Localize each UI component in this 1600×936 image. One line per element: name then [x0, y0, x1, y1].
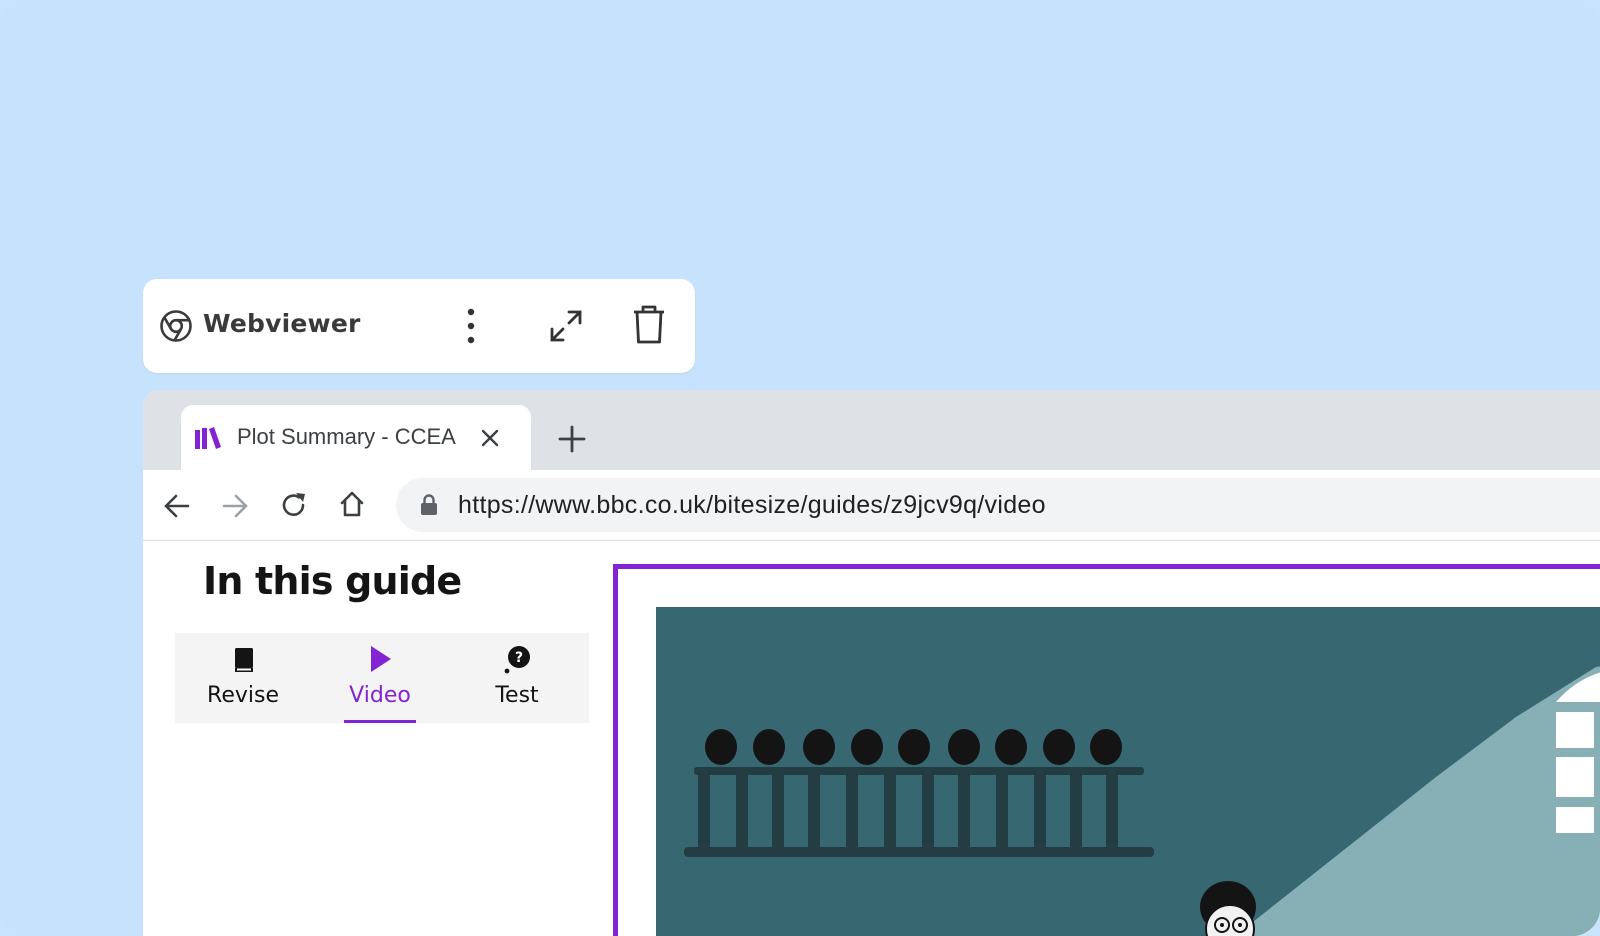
book-icon — [235, 648, 253, 672]
expand-icon[interactable] — [547, 307, 585, 345]
chrome-icon — [160, 310, 192, 342]
lock-icon — [421, 494, 437, 515]
new-tab-icon[interactable] — [558, 425, 586, 453]
more-vert-icon[interactable] — [461, 307, 481, 345]
tab-title: Plot Summary - CCEA — [237, 424, 456, 449]
question-bubble-icon: ? — [504, 646, 530, 674]
trash-icon[interactable] — [631, 305, 667, 345]
svg-text:?: ? — [515, 650, 523, 666]
tab-strip: Plot Summary - CCEA — [143, 390, 1600, 470]
guide-tab-label: Test — [495, 683, 539, 708]
video-frame-illustration — [656, 607, 1600, 936]
guide-heading: In this guide — [203, 559, 462, 603]
reload-icon[interactable] — [280, 491, 308, 519]
forward-icon[interactable] — [221, 494, 249, 518]
webviewer-header: Webviewer — [143, 279, 695, 373]
browser-window: Plot Summary - CCEA https://www.bbc.co.u… — [143, 390, 1600, 936]
guide-tabs: Revise Video ? Test — [175, 633, 589, 723]
guide-tab-revise[interactable]: Revise — [183, 633, 303, 723]
webviewer-title: Webviewer — [203, 309, 361, 338]
courtroom-illustration — [684, 666, 1600, 936]
close-tab-icon[interactable] — [481, 429, 499, 447]
bitesize-books-icon — [195, 427, 221, 449]
guide-tab-label: Revise — [207, 683, 279, 708]
browser-toolbar: https://www.bbc.co.uk/bitesize/guides/z9… — [143, 470, 1600, 541]
guide-tab-video[interactable]: Video — [320, 633, 440, 723]
web-page: In this guide Revise Video ? Test — [143, 541, 1600, 936]
screen: Webviewer Plot Summary - CCEA https://ww… — [0, 0, 1600, 936]
browser-tab[interactable]: Plot Summary - CCEA — [181, 405, 531, 470]
url-text: https://www.bbc.co.uk/bitesize/guides/z9… — [458, 491, 1046, 519]
guide-tab-test[interactable]: ? Test — [457, 633, 577, 723]
back-icon[interactable] — [163, 494, 191, 518]
home-icon[interactable] — [338, 490, 366, 518]
guide-tab-label: Video — [349, 683, 411, 708]
play-icon — [371, 646, 391, 672]
video-player[interactable] — [613, 564, 1600, 936]
address-bar[interactable]: https://www.bbc.co.uk/bitesize/guides/z9… — [396, 478, 1600, 532]
active-tab-indicator — [344, 720, 416, 723]
